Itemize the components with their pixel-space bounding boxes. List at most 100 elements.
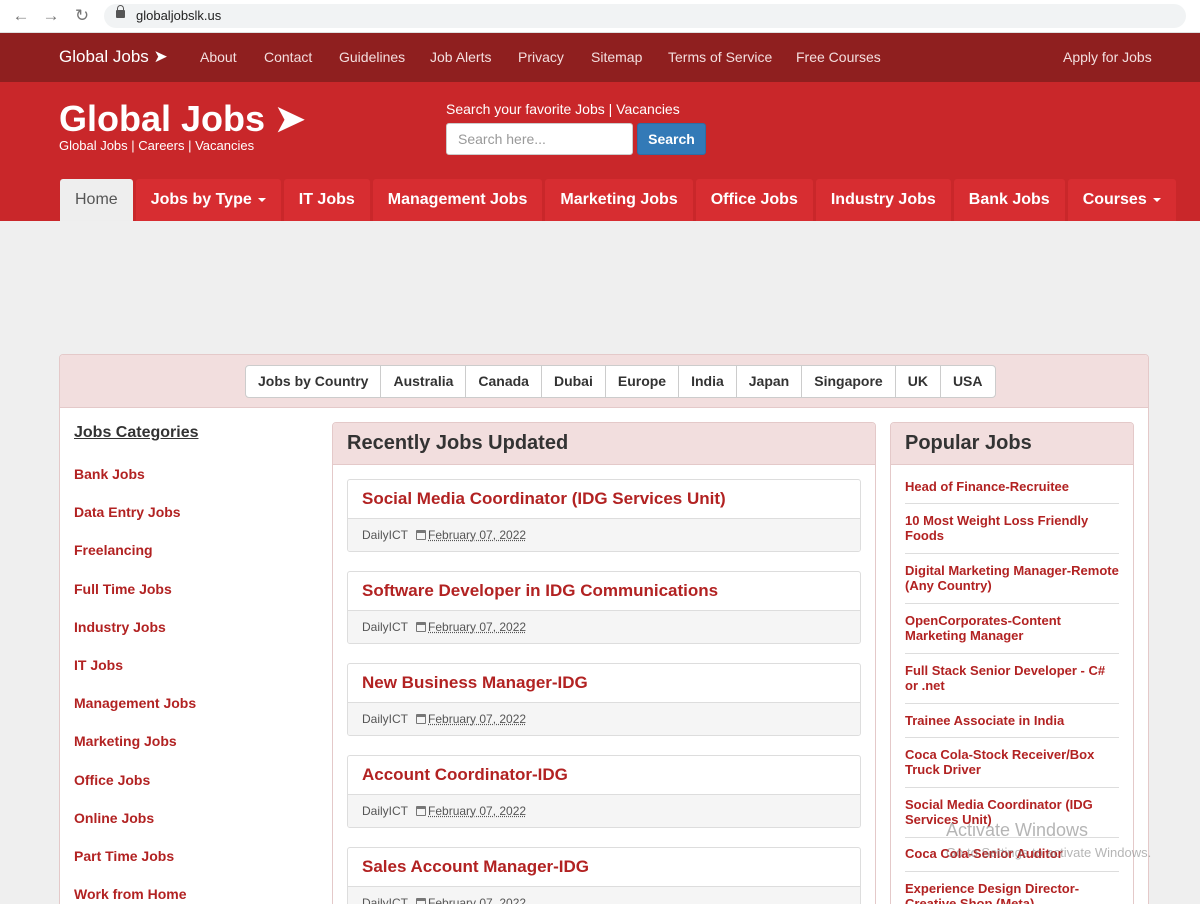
post-title[interactable]: Software Developer in IDG Communications xyxy=(348,572,860,611)
calendar-icon xyxy=(416,530,427,540)
post-meta: DailyICT February 07, 2022 xyxy=(348,519,860,551)
main-nav-tabs: Home Jobs by Type IT Jobs Management Job… xyxy=(60,179,1176,221)
search-button[interactable]: Search xyxy=(637,123,706,155)
country-button-usa[interactable]: USA xyxy=(939,365,996,398)
post-author[interactable]: DailyICT xyxy=(362,528,408,542)
country-button-japan[interactable]: Japan xyxy=(735,365,803,398)
category-link[interactable]: Marketing Jobs xyxy=(74,733,177,749)
site-logo[interactable]: Global Jobs ➤ xyxy=(59,98,305,140)
country-button-uk[interactable]: UK xyxy=(894,365,941,398)
divider xyxy=(905,703,1119,704)
calendar-icon xyxy=(416,898,427,904)
tab-label: Home xyxy=(75,191,118,208)
tab-office-jobs[interactable]: Office Jobs xyxy=(695,179,813,221)
category-link[interactable]: Office Jobs xyxy=(74,772,150,788)
post-title[interactable]: Account Coordinator-IDG xyxy=(348,756,860,795)
tab-home[interactable]: Home xyxy=(60,179,133,221)
popular-job-link[interactable]: 10 Most Weight Loss Friendly Foods xyxy=(905,513,1119,543)
tab-courses[interactable]: Courses xyxy=(1067,179,1176,221)
browser-toolbar: ← → ↻ globaljobslk.us xyxy=(0,0,1200,33)
post-card: Social Media Coordinator (IDG Services U… xyxy=(347,479,861,552)
tab-label: Bank Jobs xyxy=(968,191,1050,208)
nav-link-sitemap[interactable]: Sitemap xyxy=(591,49,642,65)
popular-job-link[interactable]: Digital Marketing Manager-Remote (Any Co… xyxy=(905,563,1119,593)
category-link[interactable]: Industry Jobs xyxy=(74,619,166,635)
popular-job-link[interactable]: Experience Design Director-Creative Shop… xyxy=(905,881,1119,904)
post-date: February 07, 2022 xyxy=(428,896,527,904)
post-meta: DailyICT February 07, 2022 xyxy=(348,703,860,735)
search-input[interactable] xyxy=(446,123,633,155)
recent-jobs-heading: Recently Jobs Updated xyxy=(333,423,875,465)
category-link[interactable]: IT Jobs xyxy=(74,657,123,673)
activation-watermark-title: Activate Windows xyxy=(946,820,1089,840)
nav-link-free-courses[interactable]: Free Courses xyxy=(796,49,881,65)
country-button-jobs-by-country[interactable]: Jobs by Country xyxy=(245,365,382,398)
country-button-singapore[interactable]: Singapore xyxy=(801,365,896,398)
post-meta: DailyICT February 07, 2022 xyxy=(348,887,860,904)
categories-heading: Jobs Categories xyxy=(74,424,199,441)
nav-link-contact[interactable]: Contact xyxy=(264,49,312,65)
divider xyxy=(905,653,1119,654)
category-link[interactable]: Full Time Jobs xyxy=(74,581,172,597)
country-button-india[interactable]: India xyxy=(678,365,737,398)
back-arrow-icon[interactable]: ← xyxy=(11,6,31,26)
post-meta: DailyICT February 07, 2022 xyxy=(348,795,860,827)
popular-job-link[interactable]: Coca Cola-Stock Receiver/Box Truck Drive… xyxy=(905,747,1119,777)
post-title[interactable]: New Business Manager-IDG xyxy=(348,664,860,703)
tab-label: Industry Jobs xyxy=(830,191,936,208)
category-link[interactable]: Management Jobs xyxy=(74,695,196,711)
country-band: Jobs by Country Australia Canada Dubai E… xyxy=(60,355,1148,408)
tab-marketing-jobs[interactable]: Marketing Jobs xyxy=(545,179,693,221)
category-link[interactable]: Data Entry Jobs xyxy=(74,504,181,520)
post-card: Sales Account Manager-IDG DailyICT Februa… xyxy=(347,847,861,904)
post-author[interactable]: DailyICT xyxy=(362,620,408,634)
category-link[interactable]: Part Time Jobs xyxy=(74,848,174,864)
post-title[interactable]: Social Media Coordinator (IDG Services U… xyxy=(348,480,860,519)
tab-label: Office Jobs xyxy=(710,191,798,208)
tab-label: IT Jobs xyxy=(298,191,355,208)
category-link[interactable]: Online Jobs xyxy=(74,810,154,826)
post-date: February 07, 2022 xyxy=(428,804,527,818)
tab-industry-jobs[interactable]: Industry Jobs xyxy=(815,179,951,221)
tab-it-jobs[interactable]: IT Jobs xyxy=(283,179,370,221)
country-button-australia[interactable]: Australia xyxy=(380,365,467,398)
country-button-dubai[interactable]: Dubai xyxy=(540,365,606,398)
post-title[interactable]: Sales Account Manager-IDG xyxy=(348,848,860,887)
nav-link-about[interactable]: About xyxy=(200,49,237,65)
navbar-brand[interactable]: Global Jobs ➤ xyxy=(59,47,168,67)
post-card: Account Coordinator-IDG DailyICT February… xyxy=(347,755,861,828)
caret-down-icon xyxy=(257,197,266,202)
popular-job-link[interactable]: Head of Finance-Recruitee xyxy=(905,479,1119,494)
caret-down-icon xyxy=(1152,197,1161,202)
nav-link-guidelines[interactable]: Guidelines xyxy=(339,49,405,65)
tab-jobs-by-type[interactable]: Jobs by Type xyxy=(135,179,281,221)
tab-bank-jobs[interactable]: Bank Jobs xyxy=(953,179,1065,221)
site-tagline: Global Jobs | Careers | Vacancies xyxy=(59,138,255,153)
reload-icon[interactable]: ↻ xyxy=(72,6,92,26)
nav-link-job-alerts[interactable]: Job Alerts xyxy=(430,49,491,65)
post-author[interactable]: DailyICT xyxy=(362,712,408,726)
post-author[interactable]: DailyICT xyxy=(362,804,408,818)
popular-job-link[interactable]: OpenCorporates-Content Marketing Manager xyxy=(905,613,1119,643)
category-link[interactable]: Freelancing xyxy=(74,542,153,558)
tab-label: Marketing Jobs xyxy=(560,191,678,208)
address-bar[interactable]: globaljobslk.us xyxy=(104,4,1186,28)
category-link[interactable]: Work from Home xyxy=(74,886,187,902)
country-button-europe[interactable]: Europe xyxy=(604,365,680,398)
popular-job-link[interactable]: Full Stack Senior Developer - C# or .net xyxy=(905,663,1119,693)
divider xyxy=(905,603,1119,604)
apply-for-jobs-link[interactable]: Apply for Jobs xyxy=(1063,49,1152,65)
post-author[interactable]: DailyICT xyxy=(362,896,408,904)
tab-management-jobs[interactable]: Management Jobs xyxy=(372,179,543,221)
country-button-canada[interactable]: Canada xyxy=(465,365,542,398)
nav-link-privacy[interactable]: Privacy xyxy=(518,49,564,65)
category-link[interactable]: Bank Jobs xyxy=(74,466,145,482)
top-navbar: Global Jobs ➤ About Contact Guidelines J… xyxy=(0,33,1200,82)
divider xyxy=(905,553,1119,554)
url-text[interactable]: globaljobslk.us xyxy=(136,8,221,23)
nav-link-terms[interactable]: Terms of Service xyxy=(668,49,772,65)
popular-jobs-heading: Popular Jobs xyxy=(891,423,1133,465)
divider xyxy=(905,787,1119,788)
popular-job-link[interactable]: Trainee Associate in India xyxy=(905,713,1119,728)
forward-arrow-icon[interactable]: → xyxy=(41,6,61,26)
